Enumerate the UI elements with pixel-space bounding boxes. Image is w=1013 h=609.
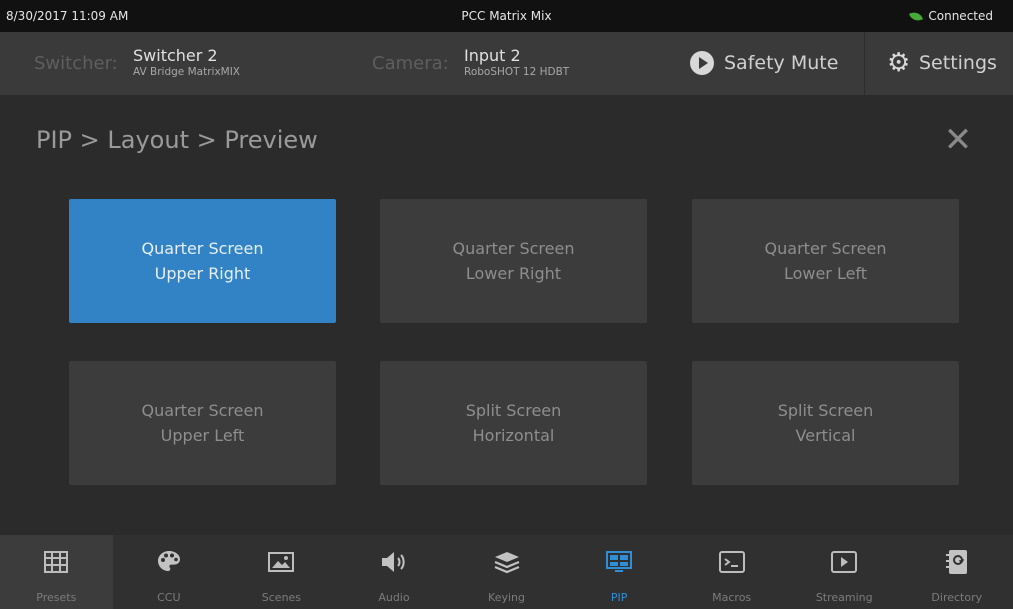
layout-tile-quarter-lower-left[interactable]: Quarter Screen Lower Left (692, 199, 959, 323)
switcher-model: AV Bridge MatrixMIX (133, 66, 241, 78)
layout-tile-split-vertical[interactable]: Split Screen Vertical (692, 361, 959, 485)
status-bar: 8/30/2017 11:09 AM PCC Matrix Mix Connec… (0, 0, 1013, 32)
picture-icon (266, 549, 296, 575)
safety-mute-label: Safety Mute (724, 52, 839, 74)
leaf-icon (909, 10, 924, 22)
nav-item-presets[interactable]: Presets (0, 535, 113, 609)
tile-line2: Vertical (795, 426, 856, 445)
switcher-key: Switcher: (34, 53, 118, 74)
nav-item-pip[interactable]: PIP (563, 535, 676, 609)
contacts-icon (942, 549, 972, 575)
nav-label: PIP (610, 591, 628, 604)
nav-item-audio[interactable]: Audio (338, 535, 451, 609)
bottom-nav: Presets CCU Scenes Audio Keying PIP Macr… (0, 535, 1013, 609)
camera-model: RoboSHOT 12 HDBT (464, 66, 570, 78)
nav-item-macros[interactable]: Macros (675, 535, 788, 609)
settings-button[interactable]: ⚙ Settings (865, 32, 1013, 95)
tile-line1: Split Screen (465, 401, 562, 420)
header-bar: Switcher: Switcher 2 AV Bridge MatrixMIX… (0, 32, 1013, 95)
tile-line1: Quarter Screen (141, 401, 264, 420)
palette-icon (154, 549, 184, 575)
tile-line1: Quarter Screen (764, 239, 887, 258)
gear-icon: ⚙ (887, 48, 911, 78)
play-icon (829, 549, 859, 575)
layers-icon (492, 549, 522, 575)
terminal-icon (717, 549, 747, 575)
settings-label: Settings (919, 52, 997, 74)
tile-line2: Lower Left (783, 264, 868, 283)
camera-input: Input 2 (464, 46, 521, 65)
nav-label: Keying (488, 591, 525, 604)
nav-item-directory[interactable]: Directory (901, 535, 1013, 609)
close-icon[interactable]: ✕ (938, 120, 978, 160)
tile-line2: Upper Right (154, 264, 251, 283)
nav-label: Directory (931, 591, 983, 604)
nav-item-streaming[interactable]: Streaming (788, 535, 901, 609)
nav-item-ccu[interactable]: CCU (113, 535, 226, 609)
speaker-icon (379, 549, 409, 575)
breadcrumb: PIP > Layout > Preview (36, 126, 318, 154)
switcher-name: Switcher 2 (133, 46, 218, 65)
switcher-selector[interactable]: Switcher: Switcher 2 AV Bridge MatrixMIX (0, 32, 340, 95)
nav-label: Streaming (815, 591, 873, 604)
nav-label: CCU (157, 591, 181, 604)
nav-label: Scenes (261, 591, 302, 604)
nav-label: Audio (378, 591, 410, 604)
play-circle-icon (690, 51, 714, 75)
camera-key: Camera: (372, 53, 449, 74)
layout-tile-split-horizontal[interactable]: Split Screen Horizontal (380, 361, 647, 485)
safety-mute-button[interactable]: Safety Mute (668, 32, 863, 95)
nav-item-scenes[interactable]: Scenes (225, 535, 338, 609)
tile-line2: Horizontal (472, 426, 555, 445)
pip-icon (604, 549, 634, 575)
nav-label: Presets (36, 591, 77, 604)
connection-status: Connected (909, 9, 993, 23)
app-title: PCC Matrix Mix (461, 9, 552, 23)
tile-line1: Quarter Screen (452, 239, 575, 258)
tile-line2: Upper Left (160, 426, 245, 445)
layout-tile-quarter-lower-right[interactable]: Quarter Screen Lower Right (380, 199, 647, 323)
grid-icon (41, 549, 71, 575)
tile-line2: Lower Right (465, 264, 562, 283)
nav-item-keying[interactable]: Keying (450, 535, 563, 609)
layout-tile-quarter-upper-right[interactable]: Quarter Screen Upper Right (69, 199, 336, 323)
tile-line1: Quarter Screen (141, 239, 264, 258)
tile-line1: Split Screen (777, 401, 874, 420)
layout-tile-quarter-upper-left[interactable]: Quarter Screen Upper Left (69, 361, 336, 485)
camera-selector[interactable]: Camera: Input 2 RoboSHOT 12 HDBT (340, 32, 668, 95)
connection-label: Connected (928, 9, 993, 23)
nav-label: Macros (712, 591, 752, 604)
